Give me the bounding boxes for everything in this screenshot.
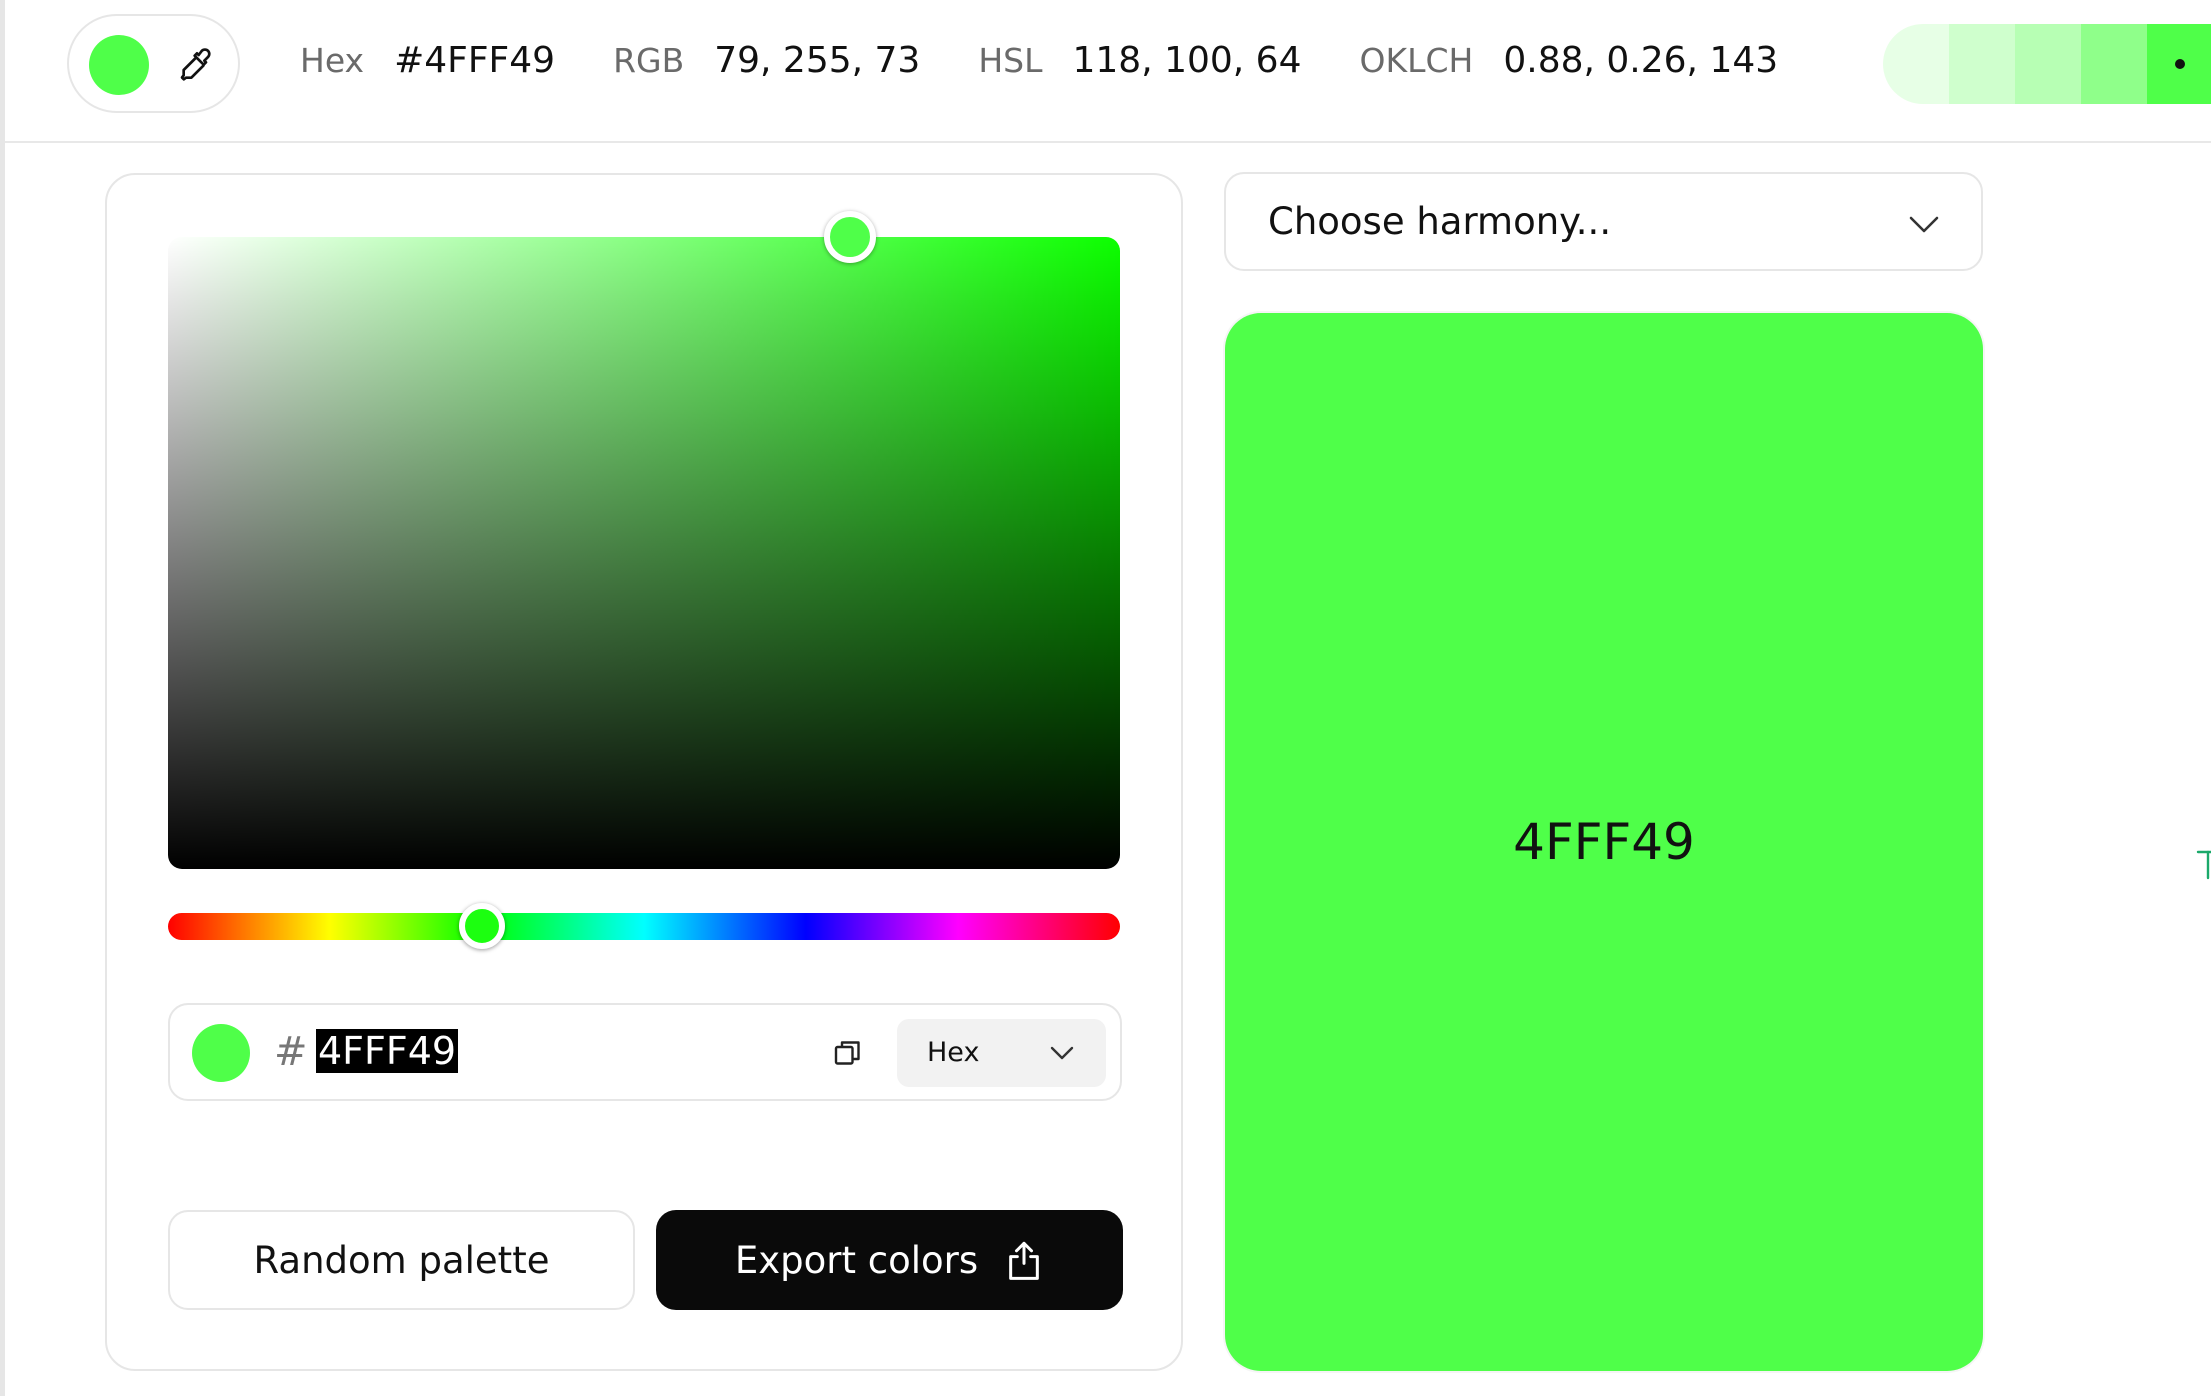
export-colors-label: Export colors [734,1238,979,1282]
hex-input[interactable]: 4FFF49 [316,1029,459,1073]
window-left-edge [0,0,5,1396]
hue-slider[interactable] [168,913,1120,940]
harmony-placeholder: Choose harmony... [1268,200,1612,243]
format-select[interactable]: Hex [897,1019,1106,1087]
current-color-pill[interactable] [67,14,240,113]
rgb-label: RGB [613,40,685,80]
random-palette-label: Random palette [253,1238,550,1282]
oklch-value[interactable]: 0.88, 0.26, 143 [1503,40,1778,81]
hsl-value[interactable]: 118, 100, 64 [1072,40,1301,81]
shade-swatch[interactable] [2015,24,2081,104]
color-info-bar: Hex #4FFF49 RGB 79, 255, 73 HSL 118, 100… [5,0,2211,143]
color-picker-card: # 4FFF49 Hex Random palette Export color… [105,173,1183,1371]
hex-value[interactable]: #4FFF49 [394,40,555,81]
format-select-label: Hex [927,1037,980,1068]
cursor-fragment-icon [2196,850,2211,880]
color-preview-card[interactable]: 4FFF49 [1225,313,1983,1371]
chevron-down-icon [1909,216,1939,233]
export-colors-button[interactable]: Export colors [656,1210,1123,1310]
rgb-value[interactable]: 79, 255, 73 [714,40,920,81]
current-color-swatch [89,35,149,95]
hex-label: Hex [300,40,365,80]
shade-swatch[interactable] [1883,24,1949,104]
saturation-value-handle[interactable] [824,211,876,263]
eyedropper-icon[interactable] [175,44,217,86]
shade-swatch[interactable] [1949,24,2015,104]
shade-swatch[interactable] [2147,24,2211,104]
color-values: Hex #4FFF49 RGB 79, 255, 73 HSL 118, 100… [300,30,1836,90]
hex-input-field[interactable]: # 4FFF49 Hex [168,1003,1122,1101]
oklch-label: OKLCH [1359,40,1474,80]
hue-slider-handle[interactable] [459,903,505,949]
share-icon [1009,1241,1039,1280]
chevron-down-icon [1050,1046,1074,1060]
preview-hex-label: 4FFF49 [1513,813,1695,871]
shade-strip [1883,24,2211,104]
random-palette-button[interactable]: Random palette [168,1210,635,1310]
saturation-value-area[interactable] [168,237,1120,869]
hash-prefix: # [274,1029,308,1075]
copy-icon[interactable] [830,1035,866,1071]
harmony-select[interactable]: Choose harmony... [1224,172,1983,271]
shade-swatch[interactable] [2081,24,2147,104]
hsl-label: HSL [978,40,1043,80]
input-color-swatch [192,1024,250,1082]
